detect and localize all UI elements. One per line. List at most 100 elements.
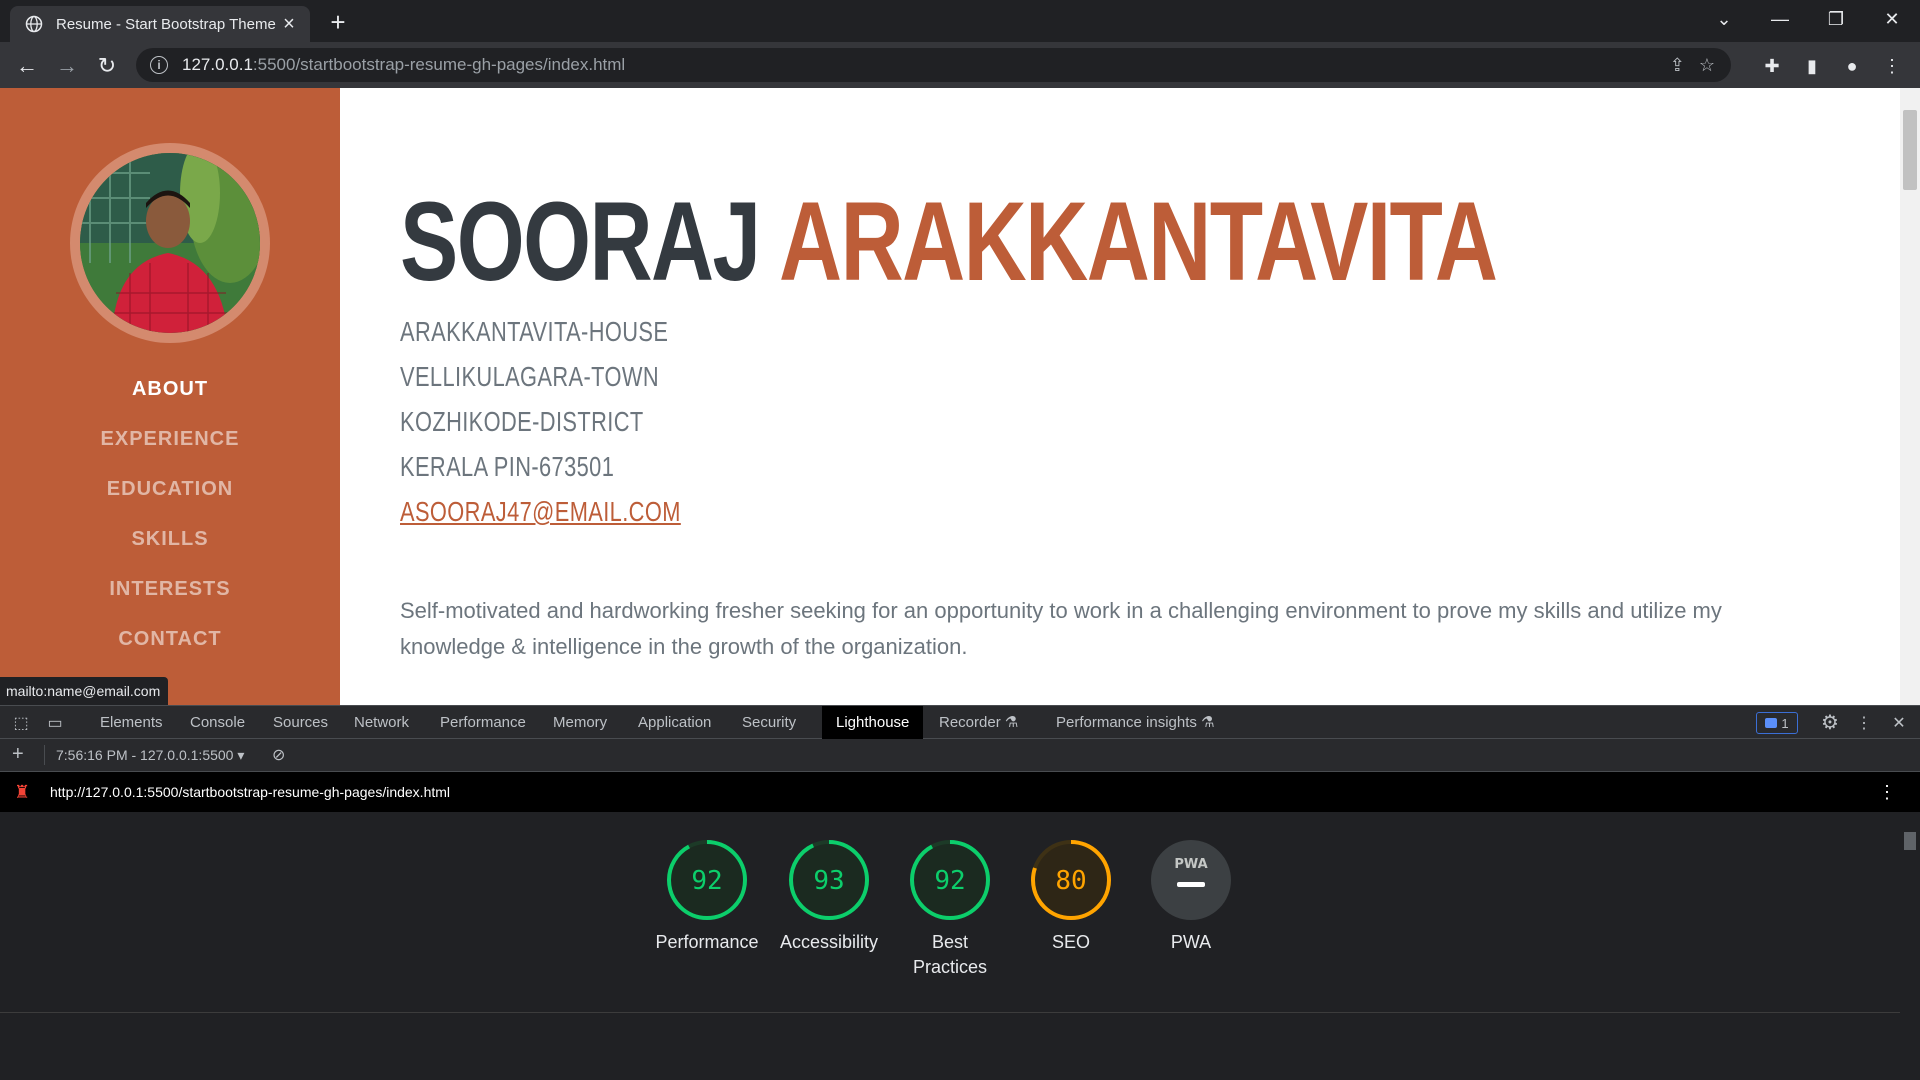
gauge-score: 93 xyxy=(813,866,844,896)
restore-icon[interactable]: ❐ xyxy=(1808,0,1864,38)
devtools-menu-icon[interactable]: ⋮ xyxy=(1852,706,1876,739)
avatar-frame xyxy=(70,143,270,343)
gauge-score: 92 xyxy=(934,866,965,896)
nav-skills[interactable]: SKILLS xyxy=(0,514,340,564)
tab-search-icon[interactable]: ⌄ xyxy=(1696,0,1752,38)
browser-toolbar: ← → ↻ i 127.0.0.1:5500/startbootstrap-re… xyxy=(0,42,1920,88)
nav-interests[interactable]: INTERESTS xyxy=(0,564,340,614)
report-selector-value: 7:56:16 PM - 127.0.0.1:5500 xyxy=(56,747,234,763)
gauge-score: 92 xyxy=(691,866,722,896)
about-text: Self-motivated and hardworking fresher s… xyxy=(400,598,1722,659)
gauge-label: Performance xyxy=(655,932,759,952)
page-viewport: ABOUT EXPERIENCE EDUCATION SKILLS INTERE… xyxy=(0,88,1920,705)
score-gauge-pwa[interactable]: PWA PWA xyxy=(1136,838,1246,955)
share-icon[interactable]: ⇪ xyxy=(1670,55,1685,76)
issues-badge[interactable]: 1 xyxy=(1756,712,1798,734)
devtools-tab-lighthouse[interactable]: Lighthouse xyxy=(822,706,924,739)
close-window-icon[interactable]: ✕ xyxy=(1864,0,1920,38)
devtools-tab-network[interactable]: Network xyxy=(354,706,409,739)
devtools-tab-security[interactable]: Security xyxy=(742,706,796,739)
report-scrollbar[interactable] xyxy=(1900,812,1920,1080)
device-toolbar-icon[interactable]: ▭ xyxy=(42,706,68,739)
nav-education[interactable]: EDUCATION xyxy=(0,464,340,514)
toolbar-divider xyxy=(44,745,45,765)
score-gauge-best-practices[interactable]: 92 Best Practices xyxy=(895,838,1005,980)
devtools-tab-elements[interactable]: Elements xyxy=(100,706,163,739)
email-link[interactable]: ASOORAJ47@EMAIL.COM xyxy=(400,496,681,528)
address-line: KERALA PIN-673501 xyxy=(400,451,615,482)
lighthouse-report: 92 Performance 93 Accessibility 92 Best … xyxy=(0,812,1900,1080)
bookmark-star-icon[interactable]: ☆ xyxy=(1699,55,1715,76)
extensions-icon[interactable]: ✚ xyxy=(1757,51,1787,81)
settings-gear-icon[interactable]: ⚙ xyxy=(1816,706,1844,739)
gauge-ring: 80 xyxy=(1031,840,1111,920)
pwa-badge-icon: PWA xyxy=(1151,840,1231,920)
gauge-score: 80 xyxy=(1055,866,1086,896)
page-scroll-thumb[interactable] xyxy=(1903,110,1917,190)
page-scrollbar[interactable] xyxy=(1900,88,1920,705)
devtools-tabbar: ⬚ ▭ Elements Console Sources Network Per… xyxy=(0,705,1920,739)
lighthouse-icon: ♜ xyxy=(14,782,31,802)
report-menu-icon[interactable]: ⋮ xyxy=(1878,772,1896,812)
sidebar-nav: ABOUT EXPERIENCE EDUCATION SKILLS INTERE… xyxy=(0,364,340,664)
score-gauge-performance[interactable]: 92 Performance xyxy=(652,838,762,955)
issues-count: 1 xyxy=(1781,715,1789,731)
new-tab-button[interactable]: + xyxy=(324,7,352,37)
first-name: SOORAJ xyxy=(400,179,761,304)
avatar xyxy=(80,153,260,333)
browser-tabbar: Resume - Start Bootstrap Theme × + ⌄ — ❐… xyxy=(0,0,1920,42)
close-tab-icon[interactable]: × xyxy=(278,13,300,35)
gauge-label: PWA xyxy=(1170,932,1212,952)
devtools-tab-memory[interactable]: Memory xyxy=(553,706,607,739)
menu-icon[interactable]: ⋮ xyxy=(1877,51,1907,81)
devtools-panel: ⬚ ▭ Elements Console Sources Network Per… xyxy=(0,705,1920,1080)
nav-about[interactable]: ABOUT xyxy=(0,364,340,414)
sidebar: ABOUT EXPERIENCE EDUCATION SKILLS INTERE… xyxy=(0,88,340,705)
devtools-tab-sources[interactable]: Sources xyxy=(273,706,328,739)
experiment-flask-icon: ⚗ xyxy=(1201,714,1215,731)
score-gauge-seo[interactable]: 80 SEO xyxy=(1016,838,1126,955)
inspect-element-icon[interactable]: ⬚ xyxy=(8,706,34,739)
devtools-tab-application[interactable]: Application xyxy=(638,706,711,739)
link-status-tooltip: mailto:name@email.com xyxy=(0,677,169,705)
devtools-tab-recorder-label: Recorder xyxy=(939,714,1001,731)
address-line: KOZHIKODE-DISTRICT xyxy=(400,406,644,437)
report-url-bar: ♜ http://127.0.0.1:5500/startbootstrap-r… xyxy=(0,772,1920,812)
experiment-flask-icon: ⚗ xyxy=(1004,714,1019,731)
address-bar[interactable]: i 127.0.0.1:5500/startbootstrap-resume-g… xyxy=(136,48,1731,82)
reload-icon[interactable]: ↻ xyxy=(92,51,122,81)
report-url[interactable]: http://127.0.0.1:5500/startbootstrap-res… xyxy=(50,772,450,812)
report-scroll-thumb[interactable] xyxy=(1904,832,1916,850)
profile-icon[interactable]: ● xyxy=(1837,51,1867,81)
url-host: 127.0.0.1 xyxy=(182,55,253,74)
report-divider xyxy=(0,1012,1900,1013)
url-path: :5500/startbootstrap-resume-gh-pages/ind… xyxy=(252,55,626,74)
gauge-ring: 92 xyxy=(667,840,747,920)
gauge-label: Best Practices xyxy=(912,932,988,977)
close-devtools-icon[interactable]: ✕ xyxy=(1886,706,1912,739)
nav-contact[interactable]: CONTACT xyxy=(0,614,340,664)
devtools-tab-performance-insights-label: Performance insights xyxy=(1056,714,1197,731)
devtools-tab-recorder[interactable]: Recorder ⚗ xyxy=(939,706,1018,739)
minimize-icon[interactable]: — xyxy=(1752,0,1808,38)
devtools-tab-console[interactable]: Console xyxy=(190,706,245,739)
devtools-tab-performance-insights[interactable]: Performance insights ⚗ xyxy=(1056,706,1215,739)
pwa-badge-text: PWA xyxy=(1174,857,1207,872)
report-selector[interactable]: 7:56:16 PM - 127.0.0.1:5500 ▾ xyxy=(56,747,244,764)
back-icon[interactable]: ← xyxy=(12,51,42,81)
score-gauge-accessibility[interactable]: 93 Accessibility xyxy=(774,838,884,955)
gauge-ring: 93 xyxy=(789,840,869,920)
site-info-icon[interactable]: i xyxy=(150,56,168,74)
forward-icon[interactable]: → xyxy=(52,51,82,81)
nav-experience[interactable]: EXPERIENCE xyxy=(0,414,340,464)
browser-tab[interactable]: Resume - Start Bootstrap Theme × xyxy=(10,6,310,42)
lighthouse-toolbar: + 7:56:16 PM - 127.0.0.1:5500 ▾ ⊘ xyxy=(0,739,1920,772)
globe-icon xyxy=(24,14,44,34)
devtools-tab-performance[interactable]: Performance xyxy=(440,706,526,739)
side-panel-icon[interactable]: ▮ xyxy=(1797,51,1827,81)
page-title: SOORAJ ARAKKANTAVITA xyxy=(400,186,1498,298)
new-report-icon[interactable]: + xyxy=(12,743,24,766)
clear-icon[interactable]: ⊘ xyxy=(272,745,285,765)
about-section: SOORAJ ARAKKANTAVITA ARAKKANTAVITA-HOUSE… xyxy=(400,88,1880,705)
tab-title: Resume - Start Bootstrap Theme xyxy=(56,15,276,33)
